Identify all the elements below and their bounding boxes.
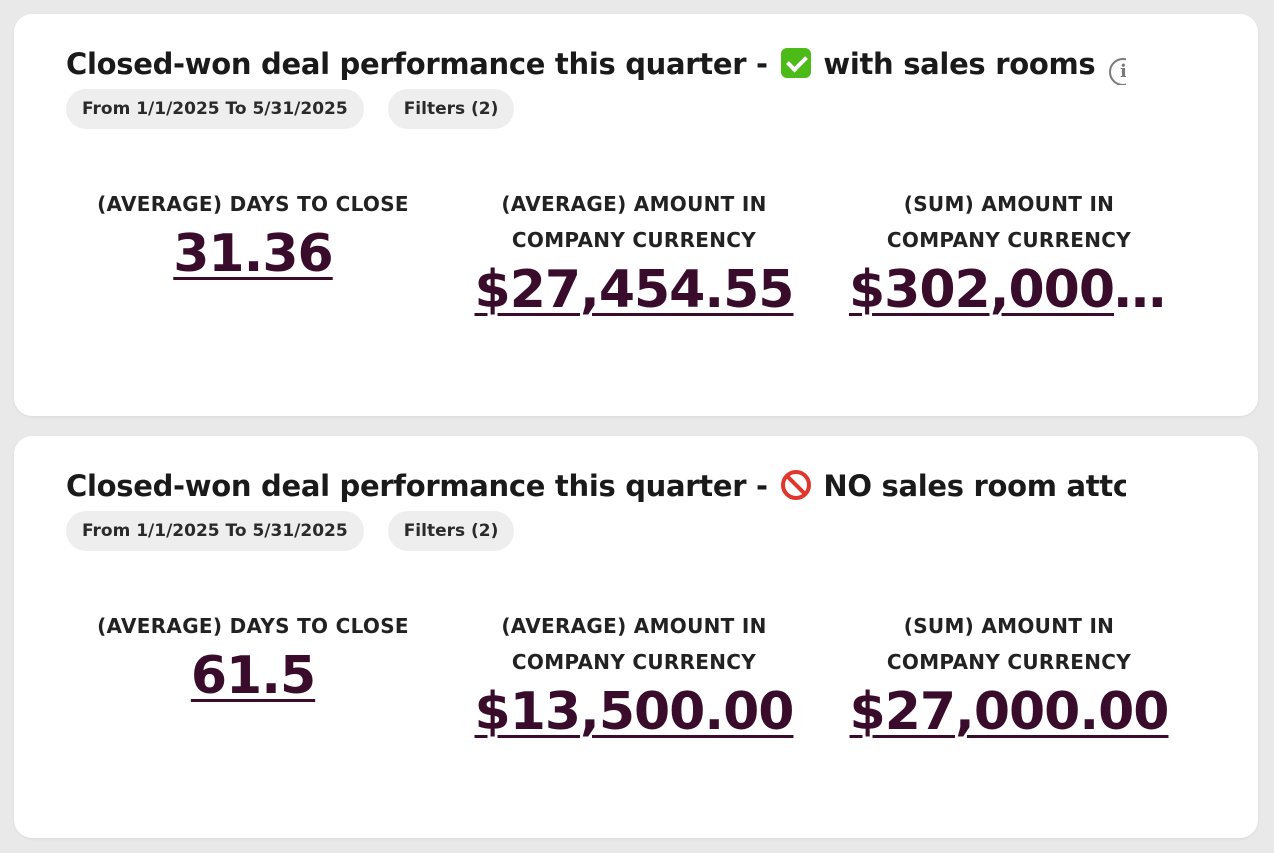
info-icon[interactable]: i [1109, 58, 1126, 85]
metric-average-days-to-close: (AVERAGE) DAYS TO CLOSE 31.36 [78, 186, 428, 284]
check-mark-emoji-icon [780, 48, 811, 78]
filters-chip[interactable]: Filters (2) [387, 511, 515, 551]
metric-label-line2: COMPANY CURRENCY [886, 650, 1132, 674]
metric-label: (AVERAGE) DAYS TO CLOSE [97, 614, 409, 638]
metric-value[interactable]: $27,454.55 [475, 260, 795, 320]
metric-value[interactable]: $302,000.00 [849, 260, 1169, 320]
filters-chip[interactable]: Filters (2) [387, 89, 515, 129]
metric-average-amount: (AVERAGE) AMOUNT IN COMPANY CURRENCY $13… [469, 608, 799, 742]
metric-label-line2: COMPANY CURRENCY [511, 228, 757, 252]
chip-row: From 1/1/2025 To 5/31/2025 Filters (2) [66, 511, 515, 551]
date-range-chip[interactable]: From 1/1/2025 To 5/31/2025 [66, 89, 364, 129]
metric-label-line2: COMPANY CURRENCY [511, 650, 757, 674]
card-title-suffix: NO sales room attc [813, 469, 1126, 503]
metric-average-amount: (AVERAGE) AMOUNT IN COMPANY CURRENCY $27… [469, 186, 799, 320]
report-card-no-sales-room: Closed-won deal performance this quarter… [14, 436, 1258, 838]
metric-label: (AVERAGE) DAYS TO CLOSE [97, 192, 409, 216]
metric-average-days-to-close: (AVERAGE) DAYS TO CLOSE 61.5 [78, 608, 428, 706]
chip-row: From 1/1/2025 To 5/31/2025 Filters (2) [66, 89, 515, 129]
metric-label-line1: (SUM) AMOUNT IN [903, 614, 1115, 638]
card-title-prefix: Closed-won deal performance this quarter… [66, 47, 778, 81]
metric-value[interactable]: 61.5 [191, 646, 316, 706]
date-range-chip[interactable]: From 1/1/2025 To 5/31/2025 [66, 511, 364, 551]
metric-label-line1: (AVERAGE) AMOUNT IN [501, 614, 767, 638]
metric-value[interactable]: 31.36 [173, 224, 333, 284]
report-card-with-sales-rooms: Closed-won deal performance this quarter… [14, 14, 1258, 416]
metric-label-line1: (AVERAGE) AMOUNT IN [501, 192, 767, 216]
metric-label-line1: (SUM) AMOUNT IN [903, 192, 1115, 216]
card-title-prefix: Closed-won deal performance this quarter… [66, 469, 778, 503]
metric-value[interactable]: $13,500.00 [475, 682, 795, 742]
metric-sum-amount: (SUM) AMOUNT IN COMPANY CURRENCY $302,00… [839, 186, 1179, 324]
card-title-suffix: with sales rooms [813, 47, 1096, 81]
metric-label-line2: COMPANY CURRENCY [886, 228, 1132, 252]
prohibited-emoji-icon [780, 470, 811, 500]
card-title[interactable]: Closed-won deal performance this quarter… [66, 467, 1126, 507]
card-title[interactable]: Closed-won deal performance this quarter… [66, 45, 1126, 85]
metric-value[interactable]: $27,000.00 [850, 682, 1170, 742]
metric-sum-amount: (SUM) AMOUNT IN COMPANY CURRENCY $27,000… [839, 608, 1179, 742]
